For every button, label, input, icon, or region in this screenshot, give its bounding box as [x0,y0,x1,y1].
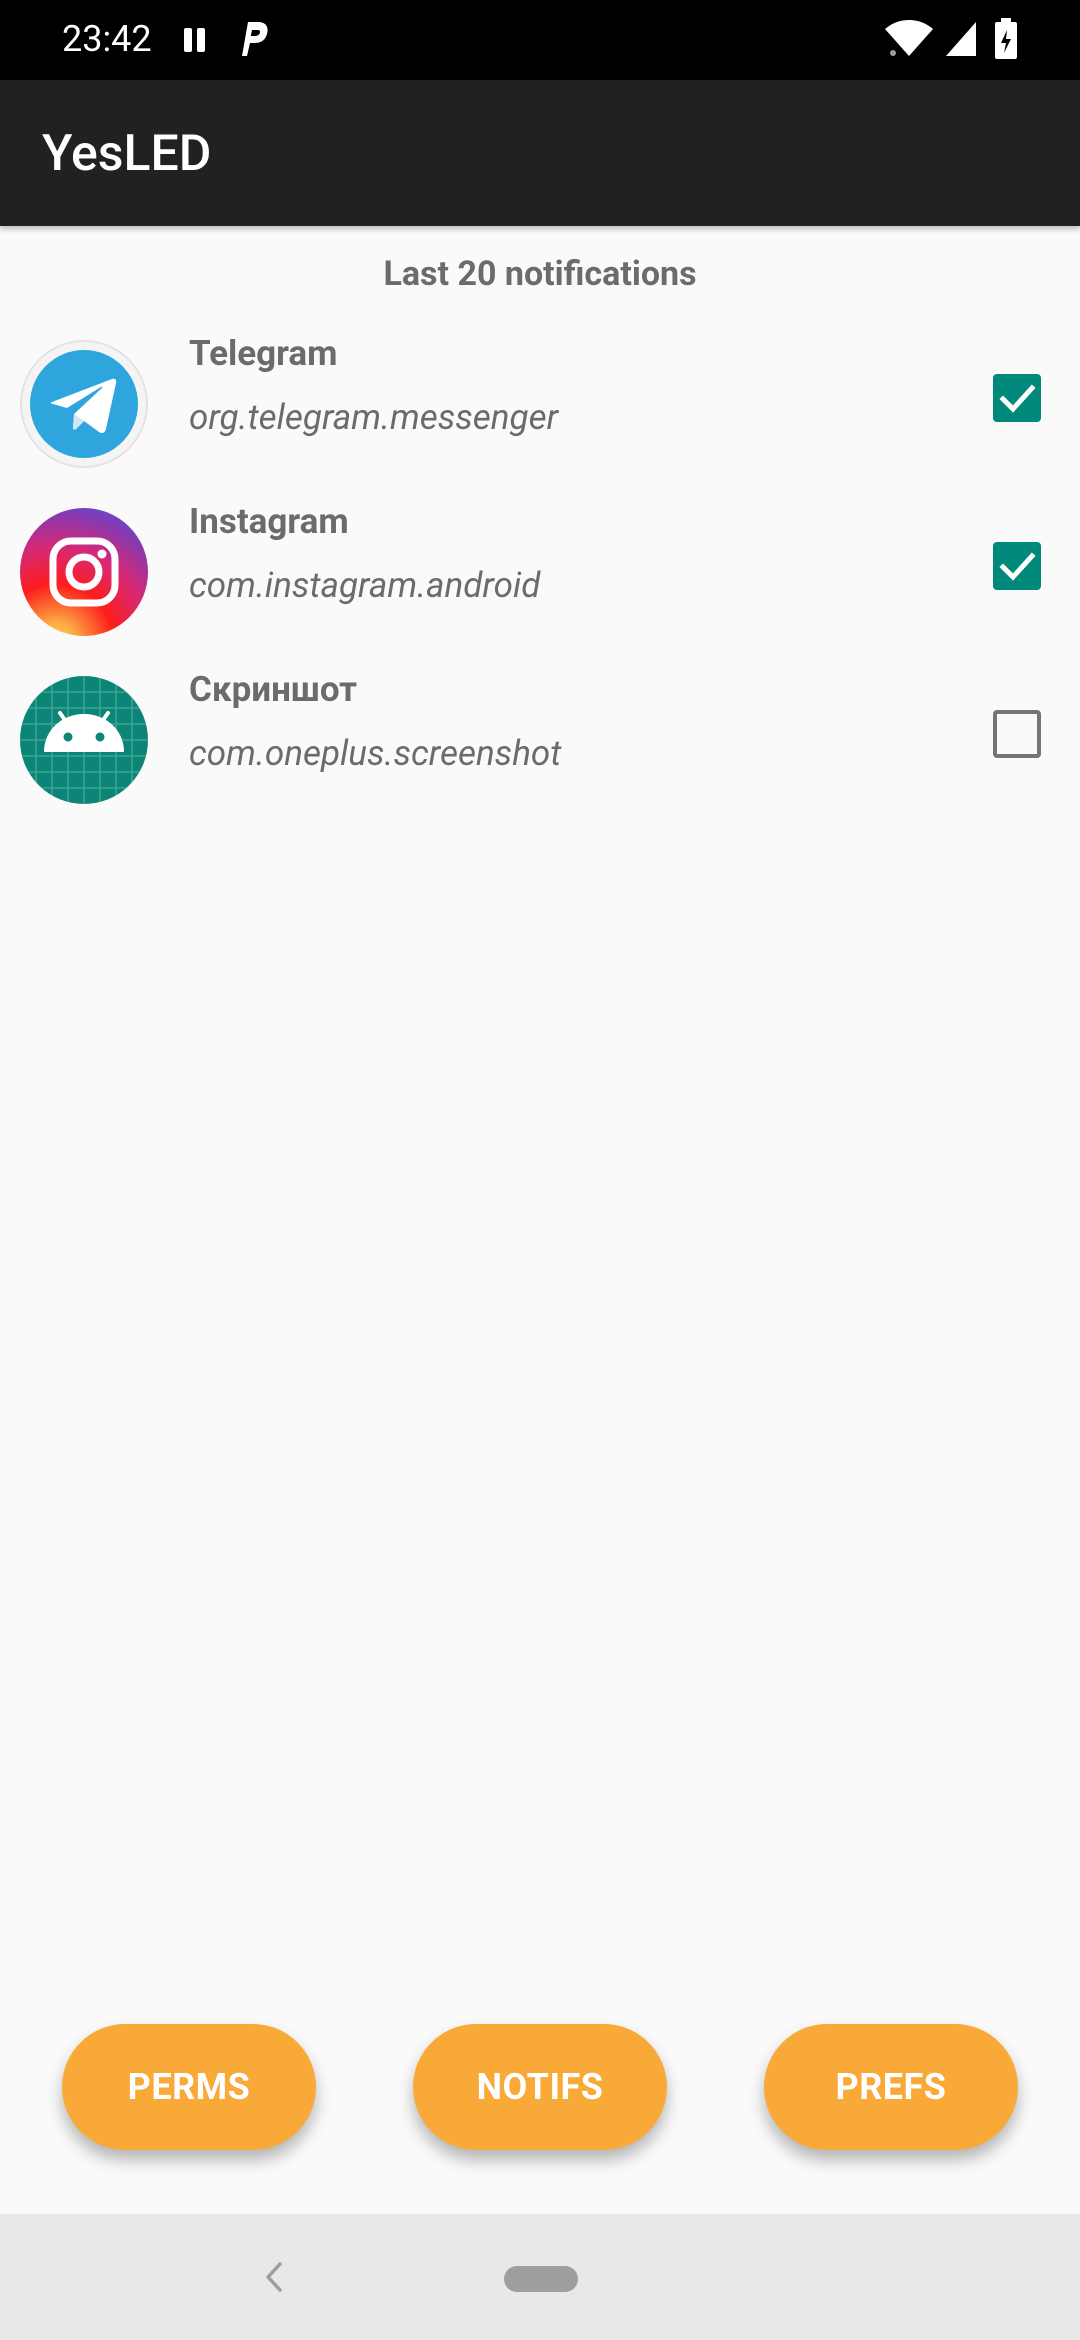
app-name: Telegram [189,333,338,374]
notifs-button[interactable]: NOTIFS [413,2024,667,2150]
app-bar: YesLED [0,80,1080,226]
back-chevron-icon[interactable] [262,2258,284,2296]
checkmark-icon [999,384,1036,413]
list-item[interactable]: Instagram com.instagram.android [0,498,1080,666]
list-item[interactable]: Скриншот com.oneplus.screenshot [0,666,1080,834]
app-package: org.telegram.messenger [189,397,559,438]
status-time: 23:42 [62,18,152,60]
android-icon [20,676,148,804]
status-bar: 23:42 [0,0,1080,80]
app-package: com.oneplus.screenshot [189,733,562,774]
enable-checkbox[interactable] [993,710,1041,758]
parking-p-icon [236,18,270,58]
list-header: Last 20 notifications [383,254,697,294]
enable-checkbox[interactable] [993,542,1041,590]
app-title: YesLED [42,125,212,183]
app-name: Скриншот [189,669,358,710]
perms-button[interactable]: PERMS [62,2024,316,2150]
telegram-icon [20,340,148,468]
navigation-bar [0,2214,1080,2340]
cell-signal-icon [944,20,978,58]
app-name: Instagram [189,501,349,542]
app-package: com.instagram.android [189,565,541,606]
checkmark-icon [999,552,1036,581]
instagram-icon [20,508,148,636]
list-item[interactable]: Telegram org.telegram.messenger [0,330,1080,498]
home-pill-icon[interactable] [504,2266,578,2292]
wifi-icon [884,20,934,58]
pause-icon [184,28,206,52]
prefs-button[interactable]: PREFS [764,2024,1018,2150]
enable-checkbox[interactable] [993,374,1041,422]
battery-charging-icon [994,18,1018,60]
